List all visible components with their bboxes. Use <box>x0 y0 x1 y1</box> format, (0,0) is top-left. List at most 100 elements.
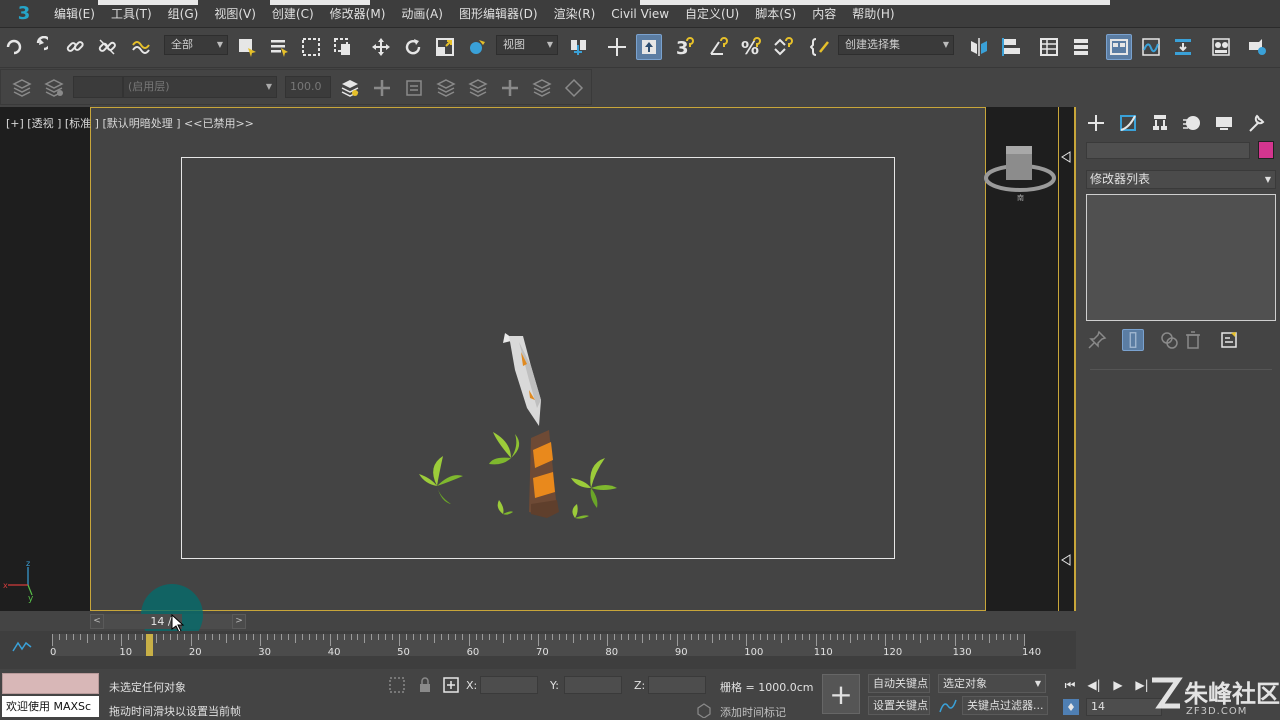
default-in-out-tangent-icon[interactable] <box>938 698 958 716</box>
menu-edit[interactable]: 编辑(E) <box>54 0 107 28</box>
utilities-tab-icon[interactable] <box>1244 111 1268 135</box>
place-icon[interactable] <box>464 34 490 60</box>
schematic-view-icon[interactable] <box>1170 34 1196 60</box>
pivot-center-icon[interactable] <box>566 34 592 60</box>
select-manipulate-icon[interactable] <box>604 34 630 60</box>
create-tab-icon[interactable] <box>1084 111 1108 135</box>
layer-tool-icon-1[interactable] <box>401 75 427 101</box>
hierarchy-tab-icon[interactable] <box>1148 111 1172 135</box>
app-logo[interactable]: 3 <box>4 0 44 26</box>
named-selection-dropdown[interactable]: 创建选择集 ▼ <box>838 35 954 55</box>
menu-content[interactable]: 内容 <box>812 0 848 28</box>
keyboard-shortcut-override-icon[interactable] <box>636 34 662 60</box>
link-icon[interactable] <box>62 34 88 60</box>
reference-coordinate-dropdown[interactable]: 视图 ▼ <box>496 35 558 55</box>
modifier-list-dropdown[interactable]: 修改器列表 ▼ <box>1086 170 1276 189</box>
layer-tool-icon-3[interactable] <box>465 75 491 101</box>
mirror-icon[interactable] <box>966 34 992 60</box>
redo-icon[interactable] <box>24 34 50 60</box>
time-slider-prev-button[interactable]: < <box>90 614 104 629</box>
make-unique-icon[interactable] <box>1158 329 1180 351</box>
menu-scripting[interactable]: 脚本(S) <box>755 0 808 28</box>
rectangular-selection-icon[interactable] <box>298 34 324 60</box>
absolute-mode-icon[interactable] <box>442 676 460 694</box>
maxscript-welcome[interactable]: 欢迎使用 MAXSc <box>2 696 99 717</box>
menu-views[interactable]: 视图(V) <box>214 0 268 28</box>
scene-explorer-icon[interactable] <box>1036 34 1062 60</box>
selection-filter-dropdown[interactable]: 全部 ▼ <box>164 35 228 55</box>
select-object-icon[interactable] <box>234 34 260 60</box>
bind-space-warp-icon[interactable] <box>128 34 154 60</box>
window-crossing-icon[interactable] <box>330 34 356 60</box>
layer-color-field[interactable] <box>73 76 123 98</box>
snaps-toggle-icon[interactable]: 3 <box>672 34 698 60</box>
layer-tool-icon-4[interactable] <box>529 75 555 101</box>
modify-tab-icon[interactable] <box>1116 111 1140 135</box>
object-name-field[interactable] <box>1086 142 1250 159</box>
remove-modifier-icon[interactable] <box>1182 329 1204 351</box>
scale-icon[interactable] <box>432 34 458 60</box>
menu-graph-editors[interactable]: 图形编辑器(D) <box>459 0 550 28</box>
menu-rendering[interactable]: 渲染(R) <box>554 0 608 28</box>
viewport-label[interactable]: [+] [透视 ] [标准 ] [默认明暗处理 ] <<已禁用>> <box>6 115 254 131</box>
layer-explorer-icon[interactable] <box>1068 34 1094 60</box>
menu-animation[interactable]: 动画(A) <box>401 0 455 28</box>
z-coordinate-field[interactable] <box>648 676 706 694</box>
modifier-stack[interactable] <box>1086 194 1276 321</box>
layer-tool-icon-2[interactable] <box>433 75 459 101</box>
maxscript-listener[interactable] <box>2 673 99 694</box>
menu-modifiers[interactable]: 修改器(M) <box>330 0 398 28</box>
move-icon[interactable] <box>368 34 394 60</box>
unlink-icon[interactable] <box>94 34 120 60</box>
menu-civil-view[interactable]: Civil View <box>611 0 681 28</box>
set-key-button[interactable]: 设置关键点 <box>868 696 930 715</box>
time-slider-next-button[interactable]: > <box>232 614 246 629</box>
previous-frame-icon[interactable]: ◀| <box>1084 676 1104 694</box>
isolate-selection-icon[interactable] <box>388 676 406 694</box>
menu-help[interactable]: 帮助(H) <box>852 0 906 28</box>
auto-key-button[interactable]: 自动关键点 <box>868 674 930 693</box>
viewcube-icon[interactable]: 南 <box>982 140 1058 204</box>
timeline-ruler[interactable]: 0 10 20 30 40 50 60 70 80 90 100 110 120 130 140 <box>50 634 1041 658</box>
edit-named-selection-icon[interactable] <box>808 34 834 60</box>
menu-tools[interactable]: 工具(T) <box>111 0 164 28</box>
layers-icon[interactable] <box>9 75 35 101</box>
layer-add-selection-icon[interactable] <box>497 75 523 101</box>
add-layer-icon[interactable] <box>369 75 395 101</box>
layer-tool-icon-5[interactable] <box>561 75 587 101</box>
time-tag-icon[interactable] <box>696 702 712 718</box>
play-icon[interactable]: ▶ <box>1108 676 1128 694</box>
render-setup-icon[interactable] <box>1244 34 1270 60</box>
curve-editor-icon[interactable] <box>1138 34 1164 60</box>
selection-lock-icon[interactable] <box>416 676 434 694</box>
layer-value-field[interactable]: 100.0 <box>285 76 331 98</box>
menu-group[interactable]: 组(G) <box>168 0 211 28</box>
menu-customize[interactable]: 自定义(U) <box>685 0 751 28</box>
key-filters-button[interactable]: 关键点过滤器... <box>962 696 1048 715</box>
layer-name-dropdown[interactable]: (启用层) ▼ <box>123 76 277 98</box>
pin-stack-icon[interactable] <box>1086 329 1108 351</box>
object-color-swatch[interactable] <box>1258 141 1274 159</box>
ribbon-toggle-icon[interactable] <box>1106 34 1132 60</box>
show-end-result-icon[interactable] <box>1122 329 1144 351</box>
configure-modifier-sets-icon[interactable] <box>1218 329 1240 351</box>
x-coordinate-field[interactable] <box>480 676 538 694</box>
y-coordinate-field[interactable] <box>564 676 622 694</box>
rotate-icon[interactable] <box>400 34 426 60</box>
layer-settings-icon[interactable] <box>41 75 67 101</box>
key-mode-dropdown[interactable]: 选定对象 ▼ <box>938 674 1046 693</box>
menu-create[interactable]: 创建(C) <box>272 0 326 28</box>
key-mode-toggle-icon[interactable] <box>1062 698 1080 716</box>
set-key-big-button[interactable]: + <box>822 674 860 714</box>
go-to-start-icon[interactable]: ⏮ <box>1060 676 1080 694</box>
perspective-viewport[interactable] <box>90 107 986 611</box>
add-time-tag[interactable]: 添加时间标记 <box>720 704 786 720</box>
motion-tab-icon[interactable] <box>1180 111 1204 135</box>
angle-snap-icon[interactable] <box>706 34 732 60</box>
percent-snap-icon[interactable]: % <box>738 34 764 60</box>
layer-stack-icon[interactable] <box>337 75 363 101</box>
spinner-snap-icon[interactable] <box>770 34 796 60</box>
material-editor-icon[interactable] <box>1208 34 1234 60</box>
select-by-name-icon[interactable] <box>266 34 292 60</box>
align-icon[interactable] <box>998 34 1024 60</box>
